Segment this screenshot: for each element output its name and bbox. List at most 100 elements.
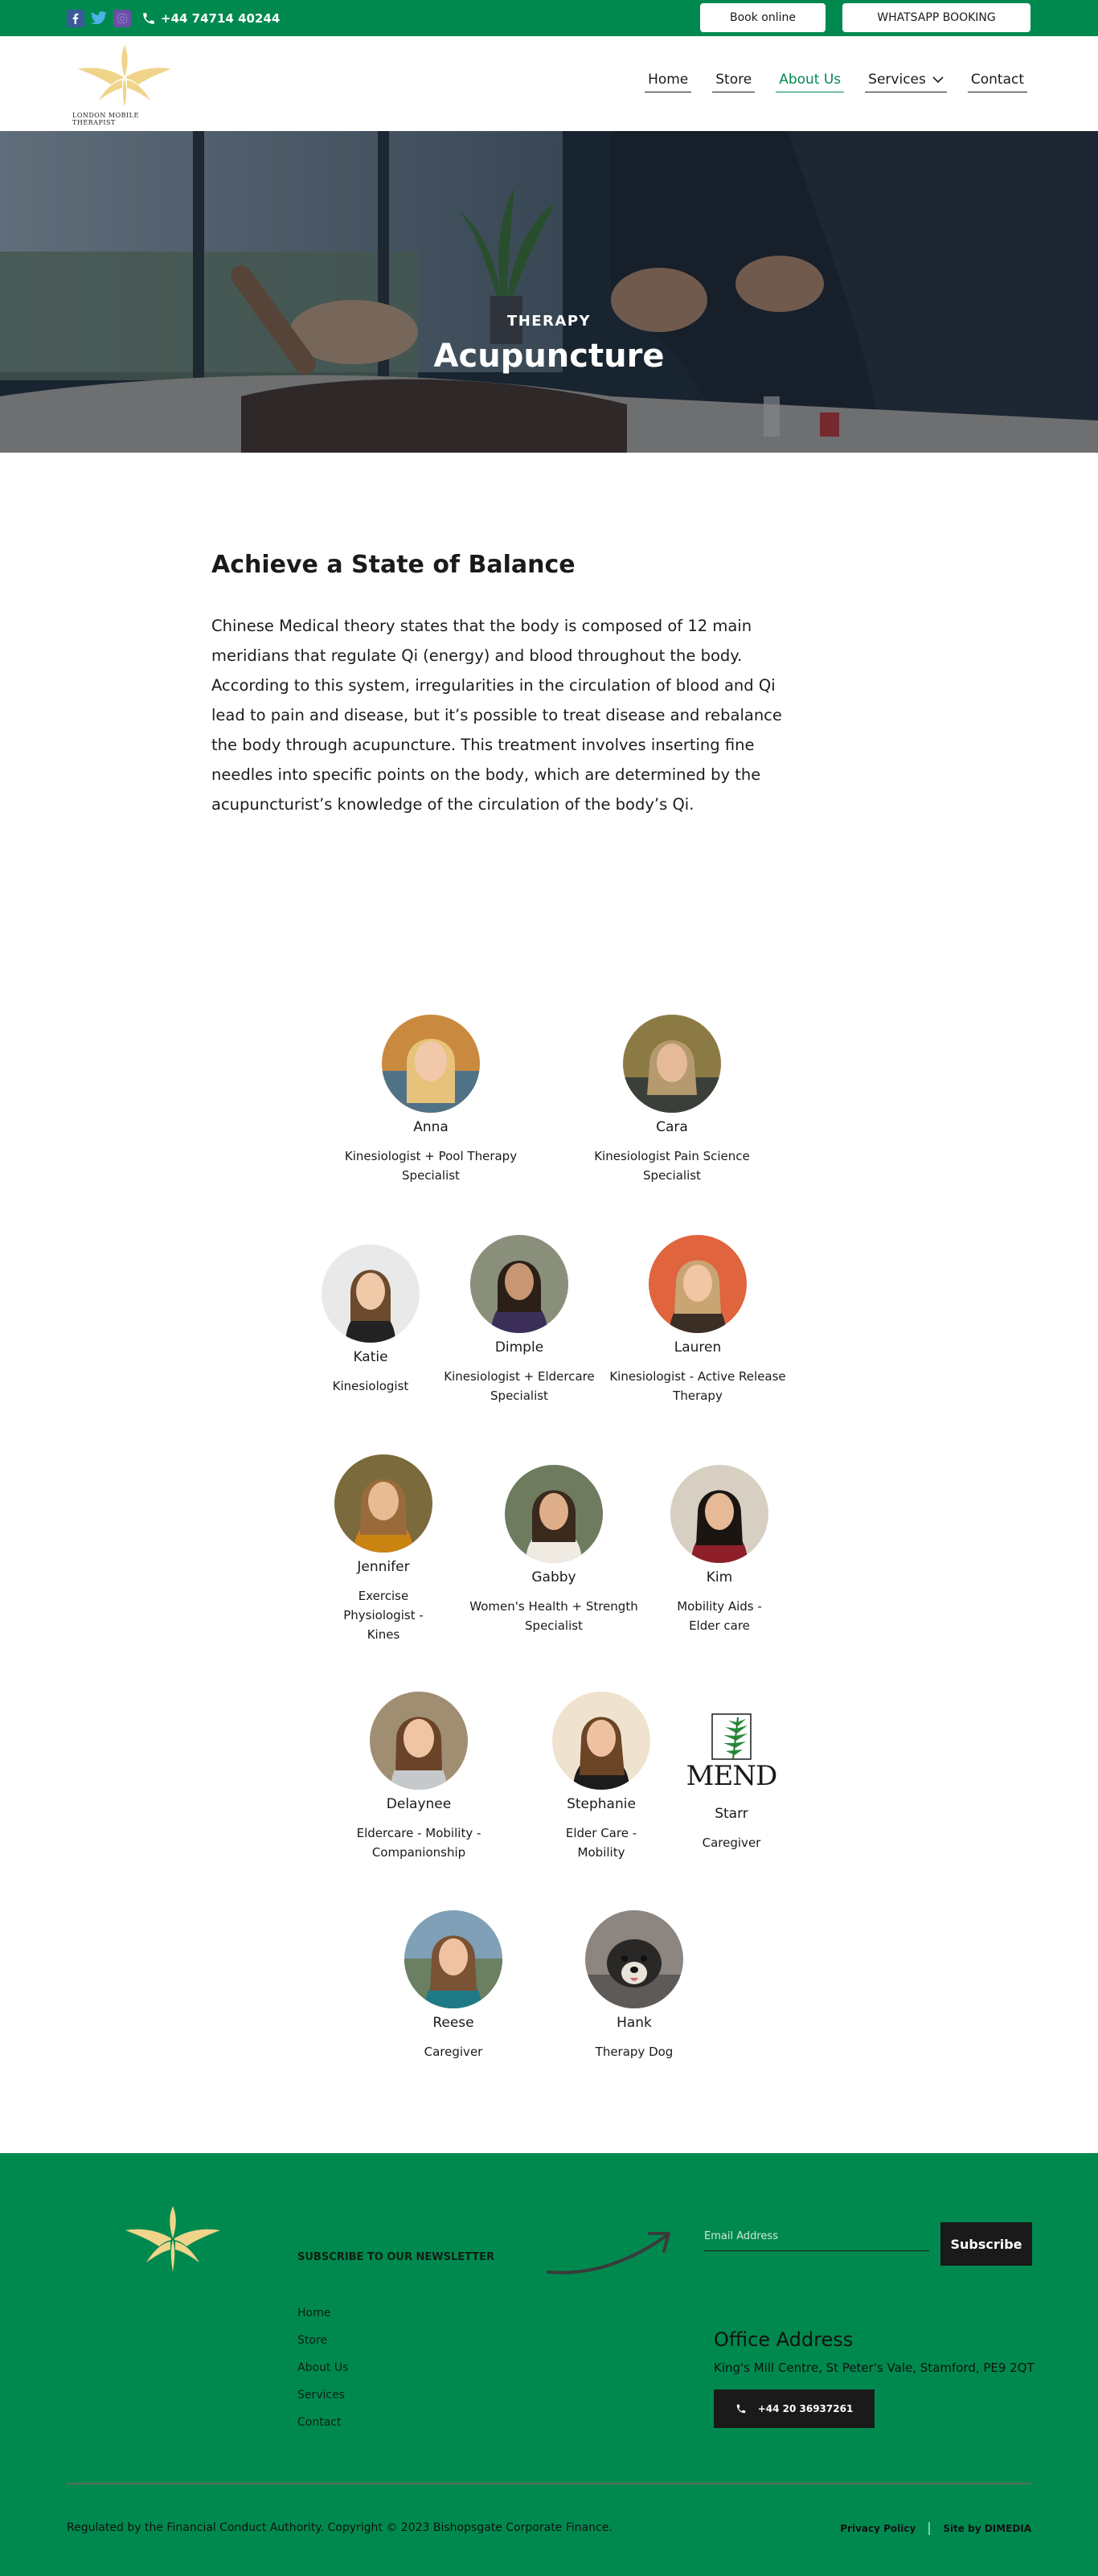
avatar (404, 1910, 502, 2008)
nav-about-us[interactable]: About Us (776, 72, 845, 92)
copyright-text: Regulated by the Financial Conduct Autho… (67, 2521, 613, 2534)
avatar (649, 1235, 747, 1333)
team-member: Cara Kinesiologist Pain Science Speciali… (584, 1015, 760, 1185)
avatar (670, 1465, 768, 1563)
member-role: Elder Care - Mobility (565, 1826, 637, 1860)
twitter-icon[interactable] (90, 10, 108, 27)
footer-link-contact[interactable]: Contact (297, 2415, 348, 2430)
member-role: Mobility Aids - Elder care (677, 1599, 762, 1633)
team-member: Delaynee Eldercare - Mobility - Companio… (330, 1692, 507, 1862)
team-member: MEND Starr Caregiver (643, 1701, 820, 1852)
chevron-down-icon (932, 76, 944, 84)
mend-wordmark: MEND (686, 1760, 778, 1792)
member-name: Gabby (531, 1569, 576, 1585)
avatar (382, 1015, 480, 1113)
subscribe-button[interactable]: Subscribe (940, 2222, 1032, 2266)
winged-emblem-icon (77, 44, 172, 107)
top-bar: +44 74714 40244 Book online WHATSAPP BOO… (0, 0, 1098, 36)
avatar (505, 1465, 603, 1563)
nav-home[interactable]: Home (645, 72, 692, 92)
top-bar-actions: Book online WHATSAPP BOOKING (700, 3, 1030, 32)
phone-icon (736, 2404, 745, 2414)
member-role: Therapy Dog (595, 2045, 674, 2059)
footer-links: Home Store About Us Services Contact (297, 2306, 348, 2430)
team-member: Gabby Women's Health + Strength Speciali… (465, 1465, 642, 1635)
book-online-button[interactable]: Book online (700, 3, 826, 32)
social-links: +44 74714 40244 (67, 9, 280, 27)
newsletter-label: SUBSCRIBE TO OUR NEWSLETTER (297, 2251, 495, 2263)
nav-contact[interactable]: Contact (967, 72, 1027, 92)
email-field[interactable] (704, 2222, 929, 2251)
office-title: Office Address (714, 2328, 854, 2351)
intro-heading: Achieve a State of Balance (211, 551, 576, 579)
member-name: Dimple (494, 1339, 544, 1356)
fern-leaf-icon (711, 1713, 752, 1760)
avatar (334, 1454, 432, 1553)
footer-divider (67, 2483, 1031, 2484)
footer-logo[interactable] (121, 2203, 225, 2279)
privacy-policy-link[interactable]: Privacy Policy (840, 2523, 916, 2534)
member-name: Starr (715, 1806, 748, 1822)
team-member: Jennifer Exercise Physiologist - Kines (295, 1454, 472, 1644)
footer-link-services[interactable]: Services (297, 2388, 348, 2403)
member-name: Anna (413, 1119, 449, 1135)
instagram-icon[interactable] (113, 9, 131, 27)
member-role: Kinesiologist - Active Release Therapy (609, 1369, 786, 1403)
member-name: Lauren (674, 1339, 722, 1356)
office-phone-button[interactable]: +44 20 36937261 (714, 2389, 875, 2428)
member-name: Kim (706, 1569, 733, 1585)
site-footer: SUBSCRIBE TO OUR NEWSLETTER Subscribe Ho… (0, 2153, 1098, 2576)
footer-link-home[interactable]: Home (297, 2306, 348, 2321)
footer-link-about-us[interactable]: About Us (297, 2361, 348, 2376)
legal-links: Privacy Policy Site by DIMEDIA (840, 2522, 1031, 2535)
member-role: Caregiver (702, 1836, 761, 1850)
facebook-icon[interactable] (67, 9, 84, 27)
member-name: Jennifer (357, 1559, 410, 1575)
site-credit-link[interactable]: Site by DIMEDIA (943, 2523, 1031, 2534)
team-member: Lauren Kinesiologist - Active Release Th… (609, 1235, 786, 1405)
member-name: Delaynee (386, 1796, 452, 1812)
site-header: LONDON MOBILE THERAPIST Home Store About… (0, 36, 1098, 131)
member-name: Katie (353, 1349, 388, 1365)
office-address: King's Mill Centre, St Peter's Vale, Sta… (714, 2361, 1034, 2375)
member-name: Cara (656, 1119, 688, 1135)
hero-kicker: THERAPY (506, 313, 592, 330)
intro-body: Chinese Medical theory states that the b… (211, 617, 782, 814)
avatar (552, 1692, 650, 1790)
site-logo[interactable]: LONDON MOBILE THERAPIST (72, 42, 177, 126)
team-member: Kim Mobility Aids - Elder care (631, 1465, 808, 1635)
whatsapp-booking-button[interactable]: WHATSAPP BOOKING (842, 3, 1030, 32)
hero-overlay (0, 131, 1098, 453)
hero-title: Acupuncture (433, 338, 665, 375)
intro-section: Achieve a State of Balance Chinese Medic… (0, 453, 1098, 950)
divider (928, 2522, 931, 2535)
curved-arrow-icon (547, 2232, 670, 2275)
nav-services[interactable]: Services (865, 72, 947, 92)
member-role: Kinesiologist + Pool Therapy Specialist (344, 1149, 518, 1183)
footer-link-store[interactable]: Store (297, 2333, 348, 2348)
phone-number[interactable]: +44 74714 40244 (141, 11, 280, 26)
member-role: Kinesiologist (332, 1379, 409, 1393)
avatar (585, 1910, 683, 2008)
team-section: Anna Kinesiologist + Pool Therapy Specia… (0, 950, 1098, 2153)
member-role: Kinesiologist Pain Science Specialist (594, 1149, 750, 1183)
member-role: Women's Health + Strength Specialist (469, 1599, 638, 1633)
winged-emblem-icon (125, 2206, 220, 2272)
member-name: Reese (432, 2015, 474, 2031)
hero-banner: THERAPY Acupuncture (0, 131, 1098, 453)
nav-store[interactable]: Store (712, 72, 756, 92)
member-role: Exercise Physiologist - Kines (343, 1589, 424, 1642)
logo-text: LONDON MOBILE THERAPIST (72, 111, 139, 126)
member-name: Stephanie (567, 1796, 636, 1812)
member-name: Hank (617, 2015, 652, 2031)
phone-icon (143, 12, 154, 24)
member-role: Eldercare - Mobility - Companionship (356, 1826, 481, 1860)
team-member: Hank Therapy Dog (546, 1910, 723, 2061)
member-role: Kinesiologist + Eldercare Specialist (444, 1369, 595, 1403)
avatar (370, 1692, 468, 1790)
avatar (322, 1245, 420, 1343)
member-role: Caregiver (424, 2045, 483, 2059)
team-member: Dimple Kinesiologist + Eldercare Special… (431, 1235, 608, 1405)
mend-logo: MEND (682, 1701, 780, 1799)
avatar (470, 1235, 568, 1333)
